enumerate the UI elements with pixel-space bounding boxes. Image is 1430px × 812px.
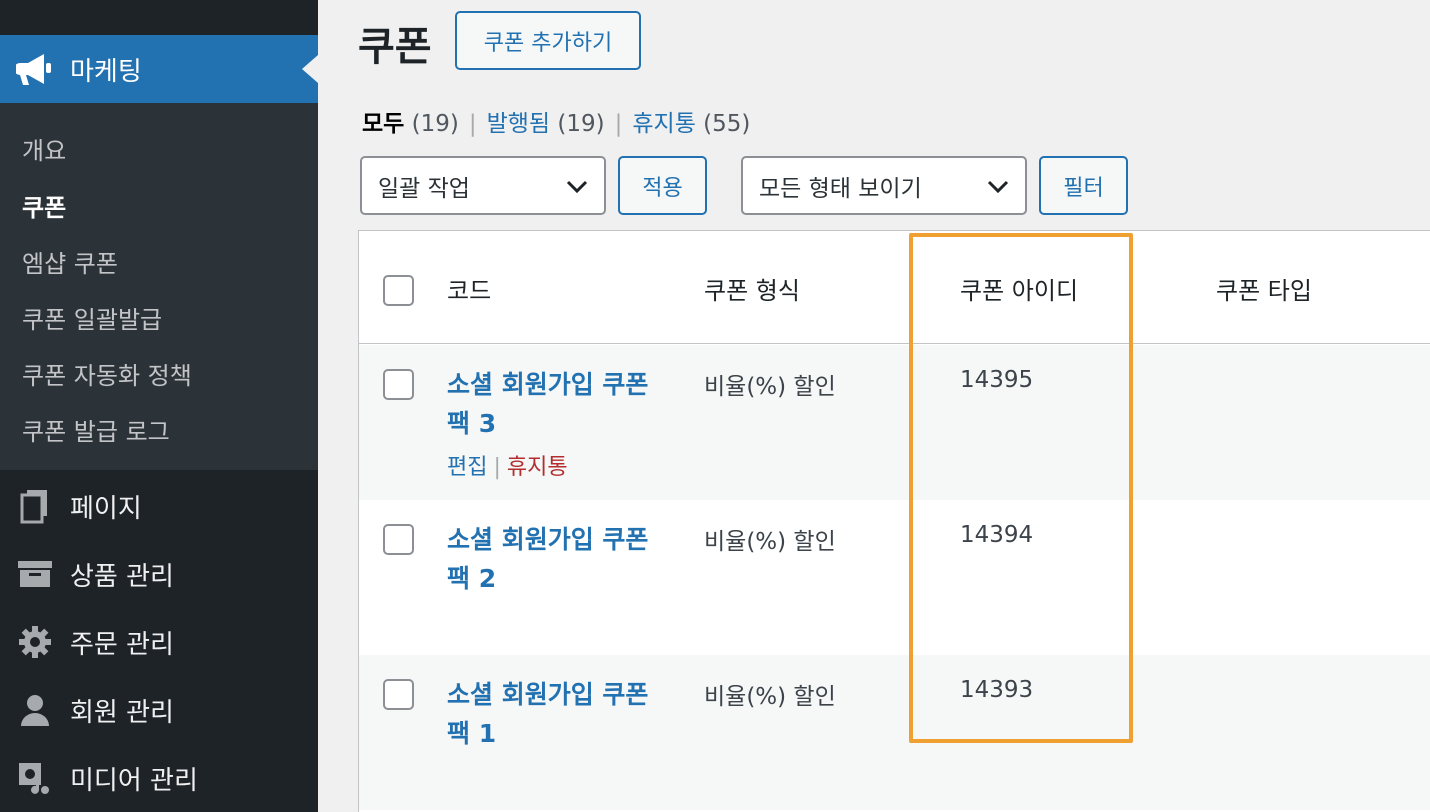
view-all-count: (19) [411, 111, 459, 137]
sidebar-item-marketing[interactable]: 마케팅 [0, 35, 318, 103]
admin-sidebar: 마케팅 개요 쿠폰 엠샵 쿠폰 쿠폰 일괄발급 쿠폰 자동화 정책 쿠폰 발급 … [0, 0, 318, 812]
chevron-down-icon [566, 176, 588, 202]
row-checkbox[interactable] [383, 524, 414, 555]
gear-icon [16, 623, 54, 661]
sidebar-item-label: 주문 관리 [70, 629, 174, 660]
divider: | [468, 111, 477, 137]
sidebar-item-media[interactable]: 미디어 관리 [0, 744, 318, 812]
coupon-type-cell: 비율(%) 할인 [704, 374, 836, 400]
submenu-item-issue-log[interactable]: 쿠폰 발급 로그 [22, 412, 170, 447]
view-trash-link[interactable]: 휴지통 [632, 111, 695, 137]
sidebar-item-orders[interactable]: 주문 관리 [0, 608, 318, 676]
sidebar-item-label: 미디어 관리 [70, 765, 198, 796]
coupon-title-line: 소셜 회원가입 쿠폰 [447, 525, 649, 554]
media-icon [16, 759, 54, 797]
submenu-item-overview[interactable]: 개요 [22, 131, 66, 166]
divider: | [614, 111, 623, 137]
view-trash-count: (55) [703, 111, 751, 137]
coupon-type-cell: 비율(%) 할인 [704, 684, 836, 710]
main-content: 쿠폰 쿠폰 추가하기 모두 (19) | 발행됨 (19) | 휴지통 (55) 일괄 … [318, 0, 1430, 812]
apply-button[interactable]: 적용 [618, 156, 707, 215]
table-row: 소셜 회원가입 쿠폰 팩 1 비율(%) 할인 14393 [359, 655, 1430, 810]
page-title: 쿠폰 [358, 24, 432, 70]
archive-icon [16, 555, 54, 593]
status-views: 모두 (19) | 발행됨 (19) | 휴지통 (55) [362, 104, 750, 138]
chevron-down-icon [987, 176, 1009, 202]
coupon-table: 코드 쿠폰 형식 쿠폰 아이디 쿠폰 타입 소셜 회원가입 쿠폰 팩 3 편집 |… [358, 230, 1430, 812]
select-all-checkbox[interactable] [383, 275, 414, 306]
view-published-count: (19) [557, 111, 605, 137]
table-header: 코드 쿠폰 형식 쿠폰 아이디 쿠폰 타입 [359, 231, 1430, 344]
bulk-action-value: 일괄 작업 [378, 175, 470, 202]
row-checkbox[interactable] [383, 679, 414, 710]
coupon-title-line: 소셜 회원가입 쿠폰 [447, 680, 649, 709]
coupon-title-line: 소셜 회원가입 쿠폰 [447, 370, 649, 399]
coupon-title-link[interactable]: 소셜 회원가입 쿠폰 팩 3 [447, 365, 687, 443]
coupon-id-cell: 14394 [960, 522, 1034, 548]
divider: | [493, 455, 501, 480]
view-all-label[interactable]: 모두 [362, 111, 404, 137]
type-filter-select[interactable]: 모든 형태 보이기 [741, 156, 1027, 215]
trash-link[interactable]: 휴지통 [507, 455, 568, 480]
coupon-title-line: 팩 1 [447, 719, 497, 748]
sidebar-item-label: 상품 관리 [70, 561, 174, 592]
filter-button[interactable]: 필터 [1039, 156, 1128, 215]
sidebar-item-label: 페이지 [70, 493, 142, 524]
submenu-item-bulk-issue[interactable]: 쿠폰 일괄발급 [22, 300, 162, 335]
coupon-title-line: 팩 2 [447, 564, 497, 593]
column-header-kind: 쿠폰 타입 [1216, 277, 1312, 305]
row-actions: 편집 | 휴지통 [447, 449, 568, 481]
marketing-submenu: 개요 쿠폰 엠샵 쿠폰 쿠폰 일괄발급 쿠폰 자동화 정책 쿠폰 발급 로그 [0, 103, 318, 470]
submenu-item-automation[interactable]: 쿠폰 자동화 정책 [22, 356, 192, 391]
coupon-id-cell: 14395 [960, 367, 1034, 393]
add-coupon-button[interactable]: 쿠폰 추가하기 [455, 11, 641, 70]
bulk-action-select[interactable]: 일괄 작업 [360, 156, 606, 215]
column-header-code[interactable]: 코드 [447, 271, 491, 306]
sidebar-item-label: 마케팅 [70, 56, 142, 87]
column-header-id: 쿠폰 아이디 [960, 277, 1079, 305]
sidebar-item-pages[interactable]: 페이지 [0, 472, 318, 540]
submenu-item-coupon[interactable]: 쿠폰 [22, 188, 66, 223]
column-header-type: 쿠폰 형식 [704, 277, 800, 305]
sidebar-item-label: 회원 관리 [70, 697, 174, 728]
coupon-title-link[interactable]: 소셜 회원가입 쿠폰 팩 1 [447, 675, 687, 753]
table-row: 소셜 회원가입 쿠폰 팩 2 비율(%) 할인 14394 [359, 500, 1430, 655]
coupon-id-cell: 14393 [960, 677, 1034, 703]
megaphone-icon [16, 50, 54, 88]
sidebar-item-products[interactable]: 상품 관리 [0, 540, 318, 608]
table-row: 소셜 회원가입 쿠폰 팩 3 편집 | 휴지통 비율(%) 할인 14395 [359, 345, 1430, 500]
row-checkbox[interactable] [383, 369, 414, 400]
view-published-link[interactable]: 발행됨 [487, 111, 550, 137]
submenu-item-mshop-coupon[interactable]: 엠샵 쿠폰 [22, 244, 118, 279]
user-icon [16, 691, 54, 729]
coupon-title-link[interactable]: 소셜 회원가입 쿠폰 팩 2 [447, 520, 687, 598]
pages-icon [16, 487, 54, 525]
coupon-type-cell: 비율(%) 할인 [704, 529, 836, 555]
current-menu-arrow [302, 55, 318, 83]
type-filter-value: 모든 형태 보이기 [759, 175, 922, 202]
sidebar-item-members[interactable]: 회원 관리 [0, 676, 318, 744]
edit-link[interactable]: 편집 [447, 455, 487, 480]
coupon-title-line: 팩 3 [447, 409, 497, 438]
